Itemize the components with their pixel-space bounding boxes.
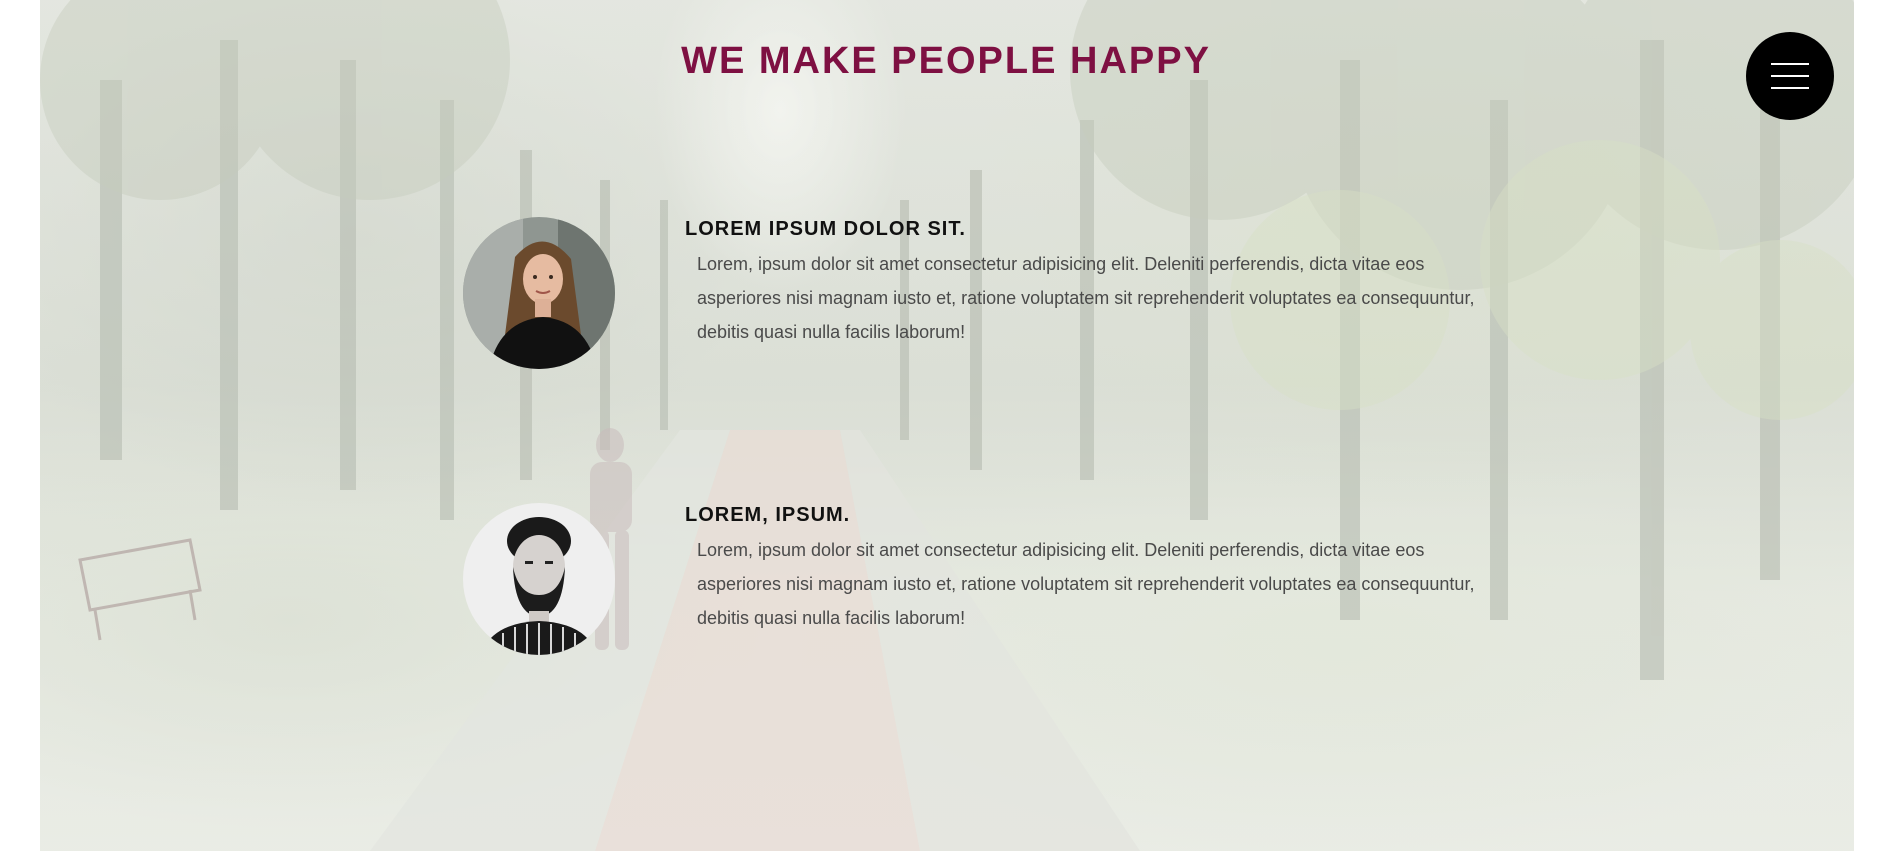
park-scene [40, 0, 1854, 851]
testimonial-card: LOREM, IPSUM. Lorem, ipsum dolor sit ame… [0, 496, 1892, 676]
testimonial-heading: LOREM, IPSUM. [685, 504, 851, 526]
menu-button[interactable] [1746, 32, 1834, 120]
page-title: WE MAKE PEOPLE HAPPY [681, 40, 1211, 82]
page: WE MAKE PEOPLE HAPPY LOREM IPSUM DOLOR S… [0, 0, 1892, 851]
testimonial-text: Lorem, ipsum dolor sit amet consectetur … [697, 254, 1475, 342]
woman-portrait-image [463, 217, 615, 369]
avatar [463, 503, 615, 655]
bearded-man-portrait-image [463, 503, 615, 655]
testimonial-text: Lorem, ipsum dolor sit amet consectetur … [697, 540, 1475, 628]
testimonial-heading: LOREM IPSUM DOLOR SIT. [685, 218, 966, 240]
avatar [463, 217, 615, 369]
testimonial-card: LOREM IPSUM DOLOR SIT. Lorem, ipsum dolo… [0, 210, 1892, 390]
park-background-image [40, 0, 1854, 851]
